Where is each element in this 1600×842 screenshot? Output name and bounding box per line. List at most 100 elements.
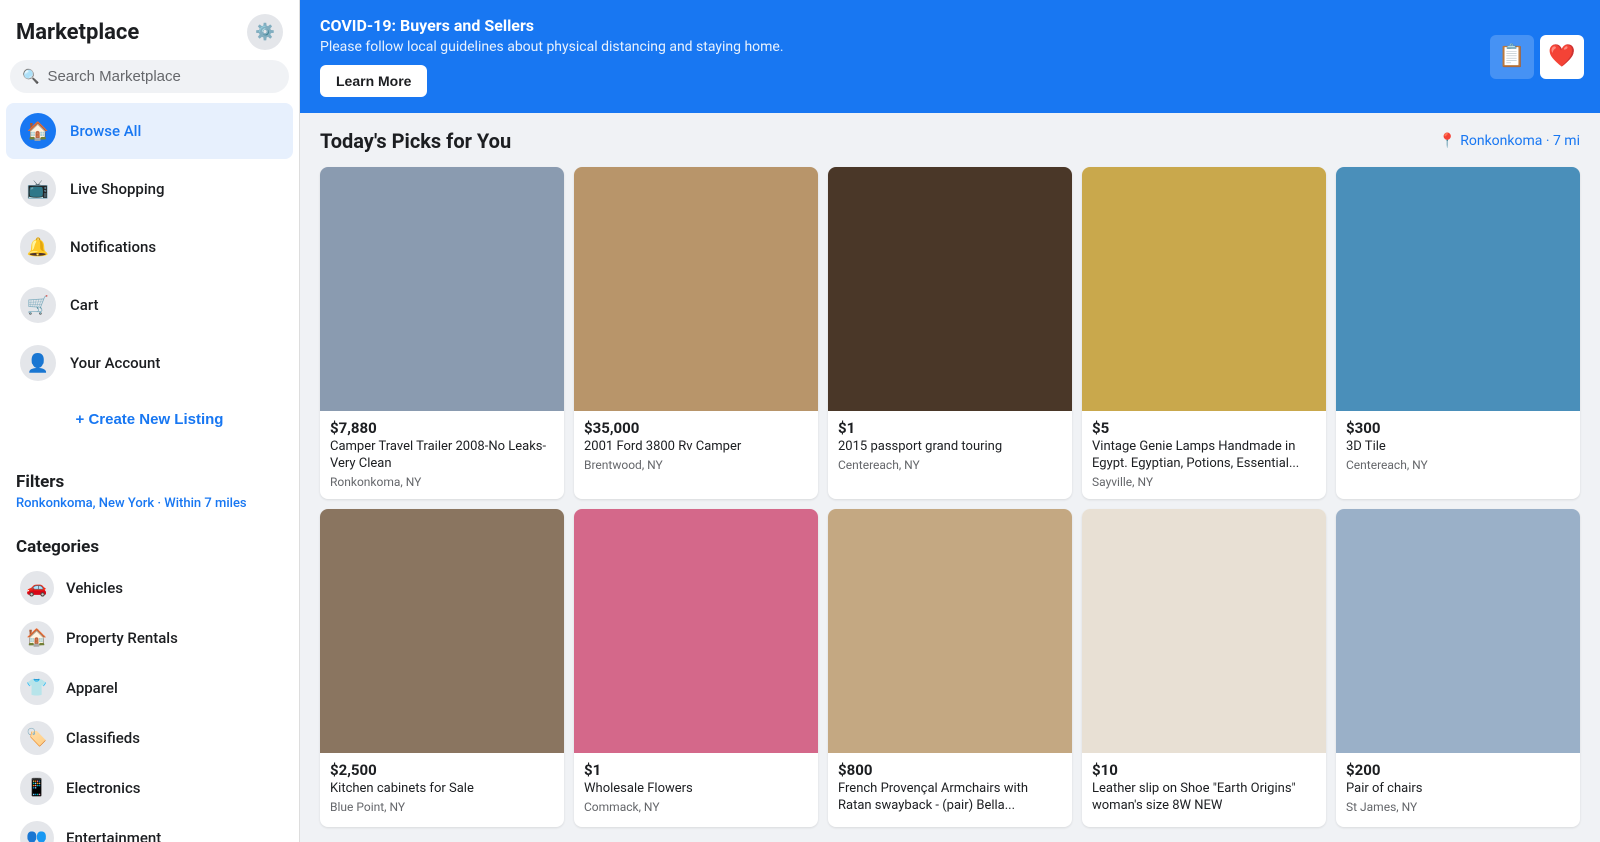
covid-description: Please follow local guidelines about phy… xyxy=(320,39,784,55)
product-image xyxy=(574,167,818,411)
sidebar-item-your-account[interactable]: 👤 Your Account xyxy=(6,335,293,391)
product-card[interactable]: $1Wholesale FlowersCommack, NY xyxy=(574,509,818,827)
product-location: Brentwood, NY xyxy=(584,458,808,472)
product-price: $200 xyxy=(1346,761,1570,779)
category-label: Entertainment xyxy=(66,829,161,842)
product-card[interactable]: $300 3D Tile Centereach, NY xyxy=(1336,167,1580,499)
sidebar-title: Marketplace xyxy=(16,20,139,45)
category-label: Classifieds xyxy=(66,729,140,747)
category-item-property-rentals[interactable]: 🏠 Property Rentals xyxy=(16,613,283,663)
product-location: Ronkonkoma, NY xyxy=(330,475,554,489)
classifieds-icon: 🏷️ xyxy=(20,721,54,755)
entertainment-icon: 👥 xyxy=(20,821,54,842)
product-location: Blue Point, NY xyxy=(330,800,554,814)
sidebar-item-label: Browse All xyxy=(70,122,141,140)
sidebar-item-notifications[interactable]: 🔔 Notifications xyxy=(6,219,293,275)
product-name: French Provençal Armchairs with Ratan sw… xyxy=(838,781,1062,815)
product-name: 3D Tile xyxy=(1346,439,1570,456)
filters-location[interactable]: Ronkonkoma, New York · Within 7 miles xyxy=(16,496,283,511)
product-image xyxy=(1336,509,1580,753)
product-card[interactable]: $35,000 2001 Ford 3800 Rv Camper Brentwood… xyxy=(574,167,818,499)
category-item-electronics[interactable]: 📱 Electronics xyxy=(16,763,283,813)
product-location: Centereach, NY xyxy=(1346,458,1570,472)
notifications-icon: 🔔 xyxy=(20,229,56,265)
product-card[interactable]: $5 Vintage Genie Lamps Handmade in Egypt.… xyxy=(1082,167,1326,499)
product-image xyxy=(828,509,1072,753)
picks-title: Today's Picks for You xyxy=(320,129,511,153)
cart-icon: 🛒 xyxy=(20,287,56,323)
main-content: COVID-19: Buyers and Sellers Please foll… xyxy=(300,0,1600,842)
product-location: St James, NY xyxy=(1346,800,1570,814)
category-label: Apparel xyxy=(66,679,118,697)
filters-section: Filters Ronkonkoma, New York · Within 7 … xyxy=(0,462,299,529)
property-rentals-icon: 🏠 xyxy=(20,621,54,655)
product-card[interactable]: $10Leather slip on Shoe "Earth Origins" … xyxy=(1082,509,1326,827)
banner-icons: 📋 ❤️ xyxy=(1490,35,1584,79)
product-name: Vintage Genie Lamps Handmade in Egypt. E… xyxy=(1092,439,1316,473)
product-name: Pair of chairs xyxy=(1346,781,1570,798)
category-label: Property Rentals xyxy=(66,629,178,647)
product-card[interactable]: $2,500Kitchen cabinets for SaleBlue Poin… xyxy=(320,509,564,827)
covid-text: COVID-19: Buyers and Sellers Please foll… xyxy=(320,16,784,97)
product-name: 2015 passport grand touring xyxy=(838,439,1062,456)
covid-banner: COVID-19: Buyers and Sellers Please foll… xyxy=(300,0,1600,113)
product-name: Wholesale Flowers xyxy=(584,781,808,798)
product-card[interactable]: $800 French Provençal Armchairs with Rata… xyxy=(828,509,1072,827)
sidebar-item-label: Cart xyxy=(70,296,99,314)
settings-button[interactable]: ⚙️ xyxy=(247,14,283,50)
product-price: $35,000 xyxy=(584,419,808,437)
sidebar-item-label: Live Shopping xyxy=(70,180,165,198)
filters-title: Filters xyxy=(16,472,283,492)
category-item-apparel[interactable]: 👕 Apparel xyxy=(16,663,283,713)
category-item-entertainment[interactable]: 👥 Entertainment xyxy=(16,813,283,842)
product-card[interactable]: $7,880Camper Travel Trailer 2008-No Leak… xyxy=(320,167,564,499)
product-name: 2001 Ford 3800 Rv Camper xyxy=(584,439,808,456)
product-price: $10 xyxy=(1092,761,1316,779)
product-price: $5 xyxy=(1092,419,1316,437)
product-price: $300 xyxy=(1346,419,1570,437)
categories-section: Categories 🚗 Vehicles 🏠 Property Rentals… xyxy=(0,529,299,842)
product-grid: $7,880Camper Travel Trailer 2008-No Leak… xyxy=(320,167,1580,827)
product-image xyxy=(828,167,1072,411)
category-item-classifieds[interactable]: 🏷️ Classifieds xyxy=(16,713,283,763)
nav-list: 🏠 Browse All 📺 Live Shopping 🔔 Notificat… xyxy=(0,101,299,393)
sidebar-item-live-shopping[interactable]: 📺 Live Shopping xyxy=(6,161,293,217)
banner-clipboard-icon: 📋 xyxy=(1490,35,1534,79)
product-location: Sayville, NY xyxy=(1092,475,1316,489)
electronics-icon: 📱 xyxy=(20,771,54,805)
sidebar-item-label: Your Account xyxy=(70,354,160,372)
apparel-icon: 👕 xyxy=(20,671,54,705)
picks-header: Today's Picks for You 📍 Ronkonkoma · 7 m… xyxy=(320,129,1580,153)
vehicles-icon: 🚗 xyxy=(20,571,54,605)
category-label: Vehicles xyxy=(66,579,123,597)
product-card[interactable]: $1 2015 passport grand touring Centereach,… xyxy=(828,167,1072,499)
search-input[interactable] xyxy=(47,68,277,85)
sidebar: Marketplace ⚙️ 🔍 🏠 Browse All 📺 Live Sho… xyxy=(0,0,300,842)
create-listing-label: + Create New Listing xyxy=(76,411,224,428)
learn-more-button[interactable]: Learn More xyxy=(320,65,427,97)
sidebar-item-browse-all[interactable]: 🏠 Browse All xyxy=(6,103,293,159)
picks-section: Today's Picks for You 📍 Ronkonkoma · 7 m… xyxy=(300,113,1600,842)
account-icon: 👤 xyxy=(20,345,56,381)
location-text: Ronkonkoma · 7 mi xyxy=(1460,133,1580,149)
product-image xyxy=(574,509,818,753)
product-price: $800 xyxy=(838,761,1062,779)
banner-heart-icon: ❤️ xyxy=(1540,35,1584,79)
product-price: $2,500 xyxy=(330,761,554,779)
sidebar-item-cart[interactable]: 🛒 Cart xyxy=(6,277,293,333)
product-price: $1 xyxy=(838,419,1062,437)
product-image xyxy=(320,167,564,411)
product-location: Centereach, NY xyxy=(838,458,1062,472)
product-image xyxy=(1082,509,1326,753)
create-listing-button[interactable]: + Create New Listing xyxy=(12,401,287,438)
product-image xyxy=(320,509,564,753)
product-card[interactable]: $200 Pair of chairs St James, NY xyxy=(1336,509,1580,827)
search-box[interactable]: 🔍 xyxy=(10,60,289,93)
search-icon: 🔍 xyxy=(22,69,39,85)
category-item-vehicles[interactable]: 🚗 Vehicles xyxy=(16,563,283,613)
categories-title: Categories xyxy=(16,537,283,557)
product-price: $7,880 xyxy=(330,419,554,437)
product-image xyxy=(1082,167,1326,411)
product-price: $1 xyxy=(584,761,808,779)
live-shopping-icon: 📺 xyxy=(20,171,56,207)
